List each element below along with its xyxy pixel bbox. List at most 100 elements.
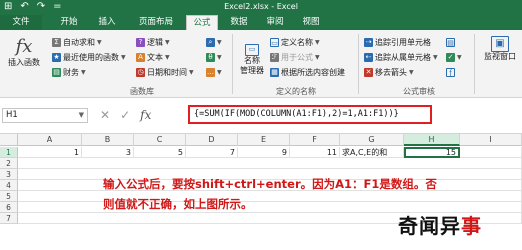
more-functions-button[interactable]: … ▼ — [206, 66, 222, 78]
watermark-accent: 事 — [461, 214, 482, 238]
error-checking-icon: ✓ — [446, 52, 455, 62]
column-header[interactable]: F — [290, 134, 340, 146]
text-book-icon: A — [136, 52, 145, 62]
cell-i1[interactable] — [460, 147, 522, 158]
chevron-down-icon: ▼ — [78, 111, 84, 119]
insert-function-label: 插入函数 — [8, 58, 40, 67]
show-formulas-icon: ▤ — [446, 37, 455, 47]
trace-precedents-button[interactable]: ⇢ 追踪引用单元格 — [364, 36, 431, 48]
group-label-function-library: 函数库 — [130, 87, 154, 96]
ribbon-tabs: 文件 开始 插入 页面布局 公式 数据 审阅 视图 — [0, 14, 522, 30]
column-header[interactable]: I — [460, 134, 522, 146]
show-formulas-button[interactable]: ▤ — [446, 36, 455, 48]
trace-dependents-icon: ⇠ — [364, 52, 373, 62]
column-header[interactable]: C — [134, 134, 186, 146]
name-box[interactable]: H1 ▼ — [2, 108, 88, 123]
row-header[interactable]: 4 — [0, 180, 18, 191]
row-2-cells[interactable] — [18, 158, 522, 169]
math-button[interactable]: θ ▼ — [206, 51, 222, 63]
tab-formulas[interactable]: 公式 — [186, 15, 218, 30]
tab-home[interactable]: 开始 — [52, 15, 86, 30]
column-header[interactable]: H — [404, 134, 460, 146]
watermark: 奇闻异事 — [398, 214, 482, 238]
use-in-formula-icon: ℱ — [270, 52, 279, 62]
row-header[interactable]: 2 — [0, 158, 18, 169]
cell-f1[interactable]: 11 — [290, 147, 340, 158]
window-title: Excel2.xlsx - Excel — [224, 2, 298, 11]
remove-arrows-icon: ✕ — [364, 67, 373, 77]
cell-h1[interactable]: 15 — [404, 147, 460, 158]
row-header[interactable]: 3 — [0, 169, 18, 180]
watch-window-button[interactable]: ▣ 监视窗口 — [478, 36, 522, 62]
fx-icon[interactable]: fx — [140, 107, 151, 123]
cell-b1[interactable]: 3 — [82, 147, 134, 158]
define-name-icon: ▭ — [270, 37, 279, 47]
trace-dependents-button[interactable]: ⇠ 追踪从属单元格 ▼ — [364, 51, 438, 63]
cell-d1[interactable]: 7 — [186, 147, 238, 158]
sigma-icon: Σ — [52, 37, 61, 47]
fx-icon: fx — [15, 36, 33, 57]
financial-button[interactable]: ▤ 财务 ▼ — [52, 66, 86, 78]
group-separator — [358, 34, 359, 94]
cell-e1[interactable]: 9 — [238, 147, 290, 158]
row-header[interactable]: 5 — [0, 191, 18, 202]
row-header[interactable]: 6 — [0, 202, 18, 213]
insert-function-button[interactable]: fx 插入函数 — [4, 36, 44, 68]
group-label-formula-auditing: 公式审核 — [403, 87, 435, 96]
cell-a1[interactable]: 1 — [18, 147, 82, 158]
datetime-button[interactable]: ◷ 日期和时间 ▼ — [136, 66, 194, 78]
book-icon: ▤ — [52, 67, 61, 77]
formula-buttons: ✕ ✓ fx — [100, 107, 151, 123]
star-icon: ★ — [52, 52, 61, 62]
column-header[interactable]: D — [186, 134, 238, 146]
tab-insert[interactable]: 插入 — [90, 15, 124, 30]
use-in-formula-button[interactable]: ℱ 用于公式 ▼ — [270, 51, 320, 63]
more-book-icon: … — [206, 67, 215, 77]
tab-file[interactable]: 文件 — [0, 15, 42, 30]
row-header[interactable]: 7 — [0, 213, 18, 224]
define-name-button[interactable]: ▭ 定义名称 ▼ — [270, 36, 320, 48]
tab-view[interactable]: 视图 — [296, 15, 326, 30]
trace-precedents-icon: ⇢ — [364, 37, 373, 47]
tab-page-layout[interactable]: 页面布局 — [130, 15, 182, 30]
column-header[interactable]: E — [238, 134, 290, 146]
remove-arrows-button[interactable]: ✕ 移去箭头 ▼ — [364, 66, 414, 78]
group-separator — [232, 34, 233, 94]
autosum-button[interactable]: Σ 自动求和 ▼ — [52, 36, 102, 48]
row-header[interactable]: 1 — [0, 147, 18, 158]
evaluate-formula-button[interactable]: ƒ — [446, 66, 455, 78]
column-header[interactable]: G — [340, 134, 404, 146]
title-bar: ⊞ ↶ ↷ = Excel2.xlsx - Excel — [0, 0, 522, 14]
cell-g1[interactable]: 求A,C,E的和 — [340, 147, 404, 158]
tab-data[interactable]: 数据 — [224, 15, 254, 30]
group-label-defined-names: 定义的名称 — [276, 87, 316, 96]
formula-input[interactable]: {=SUM(IF(MOD(COLUMN(A1:F1),2)=1,A1:F1))} — [188, 105, 432, 124]
tab-review[interactable]: 审阅 — [260, 15, 290, 30]
grid-icon: ▦ — [270, 67, 279, 77]
watch-window-icon: ▣ — [491, 36, 509, 52]
annotation-text: 输入公式后，要按shift+ctrl+enter。因为A1：F1是数组。否则值就… — [103, 177, 437, 211]
select-all-corner[interactable] — [0, 134, 18, 146]
logical-book-icon: ? — [136, 37, 145, 47]
column-header[interactable]: B — [82, 134, 134, 146]
watermark-text: 奇闻异 — [398, 214, 461, 238]
tag-icon: ▭ — [245, 44, 259, 56]
enter-icon[interactable]: ✓ — [120, 107, 130, 123]
error-checking-button[interactable]: ✓ ▼ — [446, 51, 462, 63]
text-button[interactable]: A 文本 ▼ — [136, 51, 170, 63]
clock-book-icon: ◷ — [136, 67, 145, 77]
cell-c1[interactable]: 5 — [134, 147, 186, 158]
evaluate-formula-icon: ƒ — [446, 67, 455, 77]
math-book-icon: θ — [206, 52, 215, 62]
name-manager-button[interactable]: ▭ 名称 管理器 — [236, 44, 268, 76]
lookup-book-icon: ⌕ — [206, 37, 215, 47]
logical-button[interactable]: ? 逻辑 ▼ — [136, 36, 170, 48]
column-header[interactable]: A — [18, 134, 82, 146]
lookup-button[interactable]: ⌕ ▼ — [206, 36, 222, 48]
ribbon: fx 插入函数 Σ 自动求和 ▼ ★ 最近使用的函数 ▼ ▤ 财务 ▼ ? 逻辑 ▼ A… — [0, 30, 522, 98]
cancel-icon[interactable]: ✕ — [100, 107, 110, 123]
group-separator — [474, 34, 475, 94]
create-from-selection-button[interactable]: ▦ 根据所选内容创建 — [270, 66, 345, 78]
recent-functions-button[interactable]: ★ 最近使用的函数 ▼ — [52, 51, 126, 63]
formula-bar: H1 ▼ ✕ ✓ fx {=SUM(IF(MOD(COLUMN(A1:F1),2… — [0, 98, 522, 134]
